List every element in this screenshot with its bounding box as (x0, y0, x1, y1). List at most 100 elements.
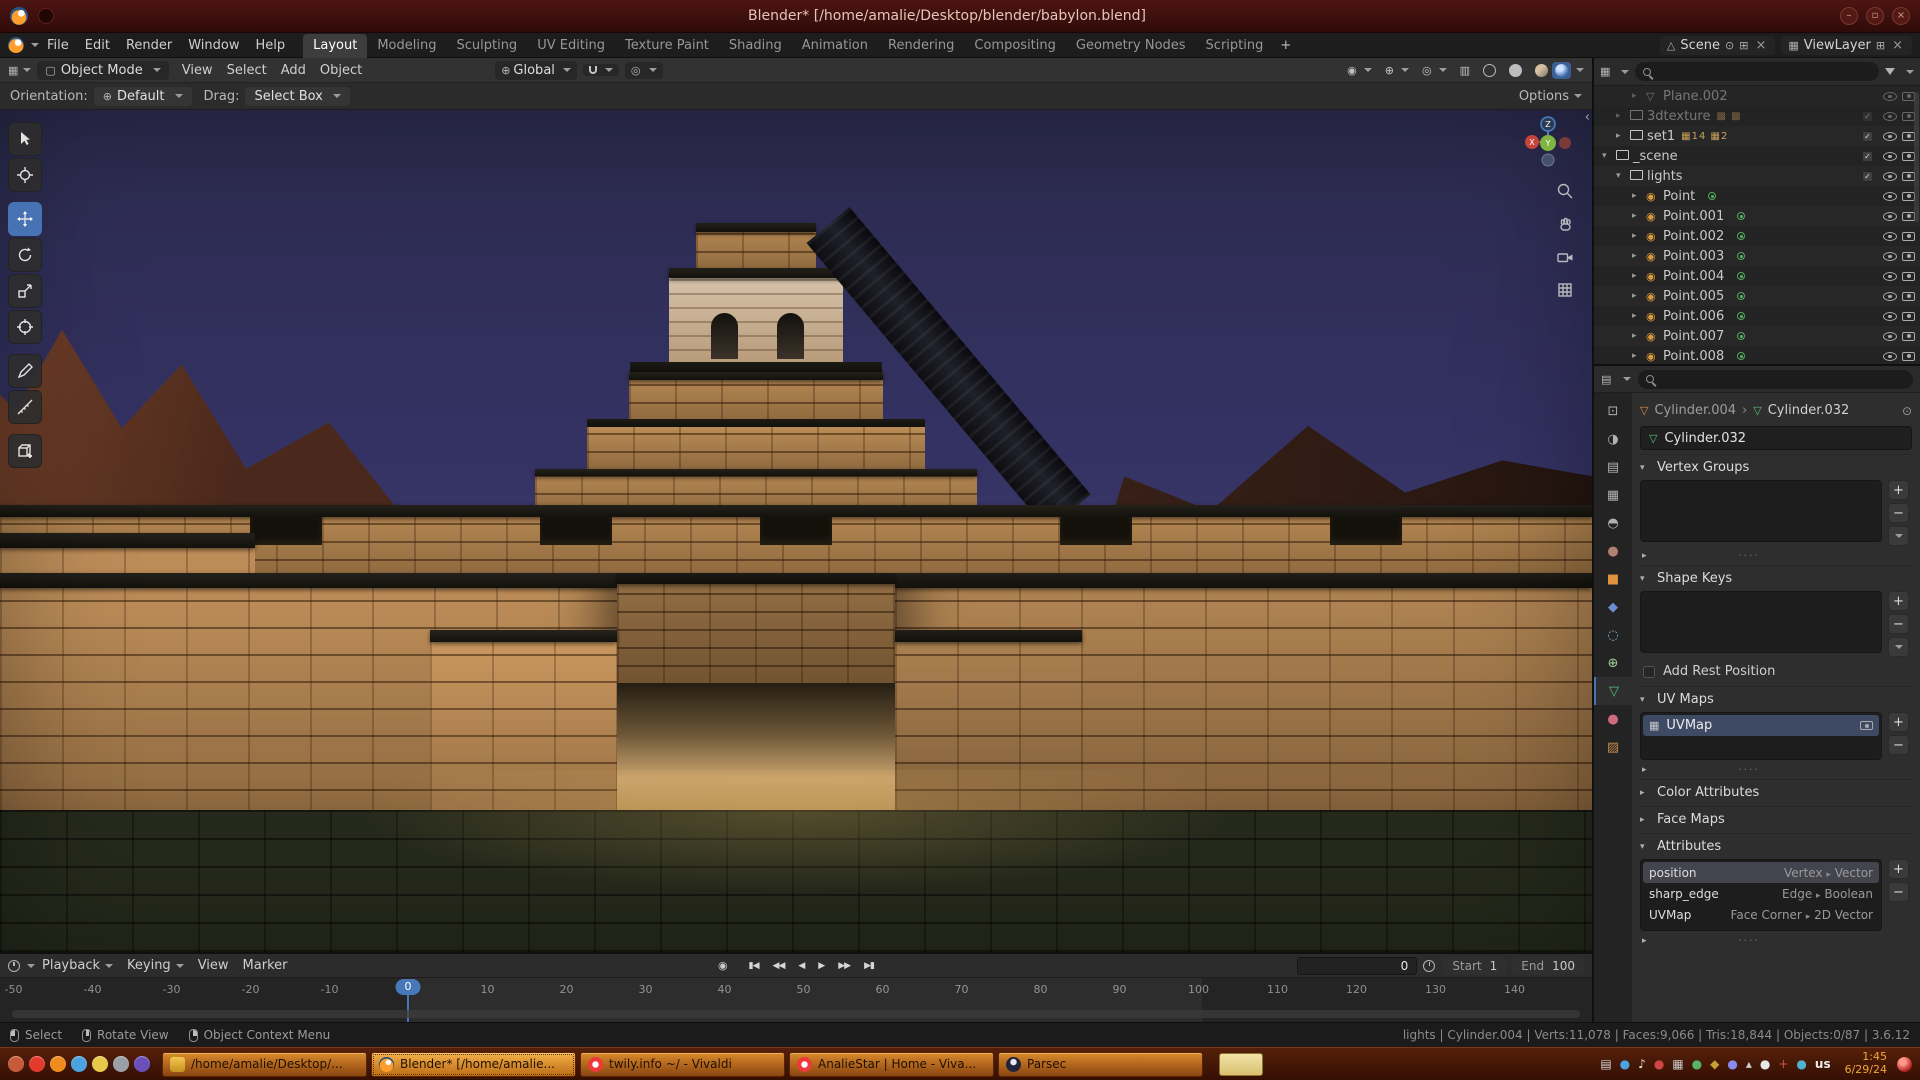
workspace-tab[interactable]: + (1273, 34, 1298, 58)
orientation-default-dropdown[interactable]: ⊕ Default (94, 87, 192, 106)
camera-render-icon[interactable] (1902, 332, 1915, 341)
orthographic-grid-icon[interactable] (1556, 281, 1574, 303)
tray-icon[interactable]: ● (1727, 1058, 1737, 1070)
transport-button[interactable]: ◉ (713, 957, 732, 974)
tray-icon[interactable]: ● (1692, 1058, 1702, 1070)
eye-icon[interactable] (1883, 152, 1897, 161)
disclosure-arrow-icon[interactable]: ▸ (1632, 191, 1646, 201)
outliner-row[interactable]: ▸ Point.004 ✓ (1594, 266, 1920, 286)
camera-render-icon[interactable] (1902, 232, 1915, 241)
outliner-editor-icon[interactable]: ▦ (1600, 65, 1610, 78)
menubar-item[interactable]: Window (180, 35, 247, 56)
attribute-row[interactable]: sharp_edge Edge ▸ Boolean (1643, 883, 1879, 904)
breadcrumb-object[interactable]: Cylinder.004 (1654, 403, 1736, 418)
disclosure-arrow-icon[interactable]: ▸ (1632, 331, 1646, 341)
disclosure-arrow-icon[interactable]: ▸ (1616, 131, 1630, 141)
options-dropdown[interactable]: Options (1519, 89, 1582, 104)
zoom-icon[interactable] (1556, 182, 1574, 204)
clock[interactable]: 1:45 6/29/24 (1845, 1051, 1887, 1076)
properties-tab[interactable]: ■ (1594, 565, 1632, 593)
scale-tool[interactable] (8, 274, 42, 308)
add-rest-position-checkbox[interactable]: Add Rest Position (1640, 659, 1912, 684)
workspace-tab[interactable]: Shading (719, 34, 792, 58)
snapping-dropdown[interactable] (583, 64, 619, 76)
shape-key-specials-button[interactable] (1888, 637, 1909, 657)
shading-material-button[interactable] (1531, 62, 1552, 79)
outliner-search-input[interactable] (1635, 62, 1879, 81)
tray-icon[interactable]: ● (1760, 1058, 1770, 1070)
properties-tab[interactable]: ◓ (1594, 509, 1632, 537)
workspace-tab[interactable]: Layout (303, 34, 367, 58)
uv-maps-list[interactable]: ▦ UVMap (1640, 712, 1882, 760)
exclude-checkbox-icon[interactable]: ✓ (1862, 131, 1873, 142)
add-cube-tool[interactable] (8, 434, 42, 468)
navigation-gizmo[interactable]: X Y Z (1520, 114, 1578, 176)
vertex-group-specials-button[interactable] (1888, 526, 1909, 546)
timeline-editor-icon[interactable] (8, 960, 20, 972)
outliner-row[interactable]: ▸ Point.003 ✓ (1594, 246, 1920, 266)
shading-rendered-button[interactable] (1552, 62, 1571, 79)
eye-icon[interactable] (1883, 312, 1897, 321)
shading-wireframe-button[interactable] (1479, 62, 1500, 79)
properties-tab[interactable]: ◑ (1594, 425, 1632, 453)
breadcrumb-data[interactable]: Cylinder.032 (1768, 403, 1850, 418)
camera-render-icon[interactable] (1902, 352, 1915, 361)
transform-tool[interactable] (8, 310, 42, 344)
taskbar-window-button[interactable]: /home/amalie/Desktop/... (162, 1052, 367, 1077)
disclosure-arrow-icon[interactable]: ▸ (1632, 351, 1646, 361)
menubar-item[interactable]: Render (118, 35, 180, 56)
eye-icon[interactable] (1883, 352, 1897, 361)
launcher-icon[interactable] (113, 1056, 129, 1072)
disclosure-arrow-icon[interactable]: ▸ (1632, 311, 1646, 321)
uv-map-item[interactable]: ▦ UVMap (1643, 715, 1879, 736)
unlink-scene-icon[interactable]: × (1753, 38, 1768, 53)
outliner-row[interactable]: ▸ Point.007 ✓ (1594, 326, 1920, 346)
eye-icon[interactable] (1883, 252, 1897, 261)
viewport-menu-item[interactable]: Object (313, 60, 369, 81)
properties-tab[interactable]: ◆ (1594, 593, 1632, 621)
workspace-tab[interactable]: Scripting (1196, 34, 1274, 58)
properties-tab[interactable]: ▤ (1594, 453, 1632, 481)
workspace-tab[interactable]: Sculpting (446, 34, 527, 58)
transport-button[interactable]: ▶▶ (833, 959, 855, 973)
disclosure-arrow-icon[interactable]: ▸ (1632, 231, 1646, 241)
timeline-scrollbar[interactable] (12, 1010, 1580, 1018)
camera-render-icon[interactable] (1902, 272, 1915, 281)
properties-editor-icon[interactable]: ▤ (1601, 373, 1611, 386)
remove-attribute-button[interactable]: − (1888, 882, 1909, 902)
remove-uv-map-button[interactable]: − (1888, 735, 1909, 755)
outliner-row[interactable]: ▸ Plane.002 ✓ (1594, 86, 1920, 106)
remove-shape-key-button[interactable]: − (1888, 614, 1909, 634)
eye-icon[interactable] (1883, 112, 1897, 121)
proportional-editing-dropdown[interactable]: ◎ (625, 62, 663, 79)
blender-menu-icon[interactable] (8, 37, 24, 53)
use-preview-range-icon[interactable] (1423, 960, 1435, 972)
workspace-tab[interactable]: Geometry Nodes (1066, 34, 1196, 58)
properties-tab[interactable]: ● (1594, 537, 1632, 565)
add-attribute-button[interactable]: + (1888, 859, 1909, 879)
timeline-menu-item[interactable]: View (191, 956, 236, 975)
disclosure-arrow-icon[interactable]: ▸ (1632, 251, 1646, 261)
new-viewlayer-icon[interactable]: ⊞ (1876, 39, 1885, 52)
outliner-row[interactable]: ▸ Point ✓ (1594, 186, 1920, 206)
outliner-scrollbar[interactable] (1914, 92, 1919, 222)
drag-mode-dropdown[interactable]: Select Box (245, 87, 349, 106)
camera-render-icon[interactable] (1902, 292, 1915, 301)
object-visibility-dropdown[interactable]: ◉ (1343, 62, 1376, 79)
eye-icon[interactable] (1883, 332, 1897, 341)
transform-orientation-dropdown[interactable]: ⊕ Global (495, 61, 577, 80)
face-maps-header[interactable]: ▸Face Maps (1640, 808, 1912, 831)
pin-icon[interactable]: ⊙ (1902, 404, 1912, 418)
eye-icon[interactable] (1883, 92, 1897, 101)
frame-start-field[interactable]: Start 1 (1443, 957, 1506, 975)
launcher-icon[interactable] (134, 1056, 150, 1072)
outliner-row[interactable]: ▸ Point.005 ✓ (1594, 286, 1920, 306)
sticky-notes-button[interactable] (1219, 1053, 1263, 1076)
gizmos-dropdown[interactable]: ⊕ (1381, 62, 1413, 79)
add-uv-map-button[interactable]: + (1888, 712, 1909, 732)
measure-tool[interactable] (8, 390, 42, 424)
add-shape-key-button[interactable]: + (1888, 591, 1909, 611)
menubar-item[interactable]: File (39, 35, 77, 56)
new-scene-icon[interactable]: ⊞ (1739, 39, 1748, 52)
subpanel-arrow-icon[interactable]: ▸ (1642, 936, 1652, 946)
